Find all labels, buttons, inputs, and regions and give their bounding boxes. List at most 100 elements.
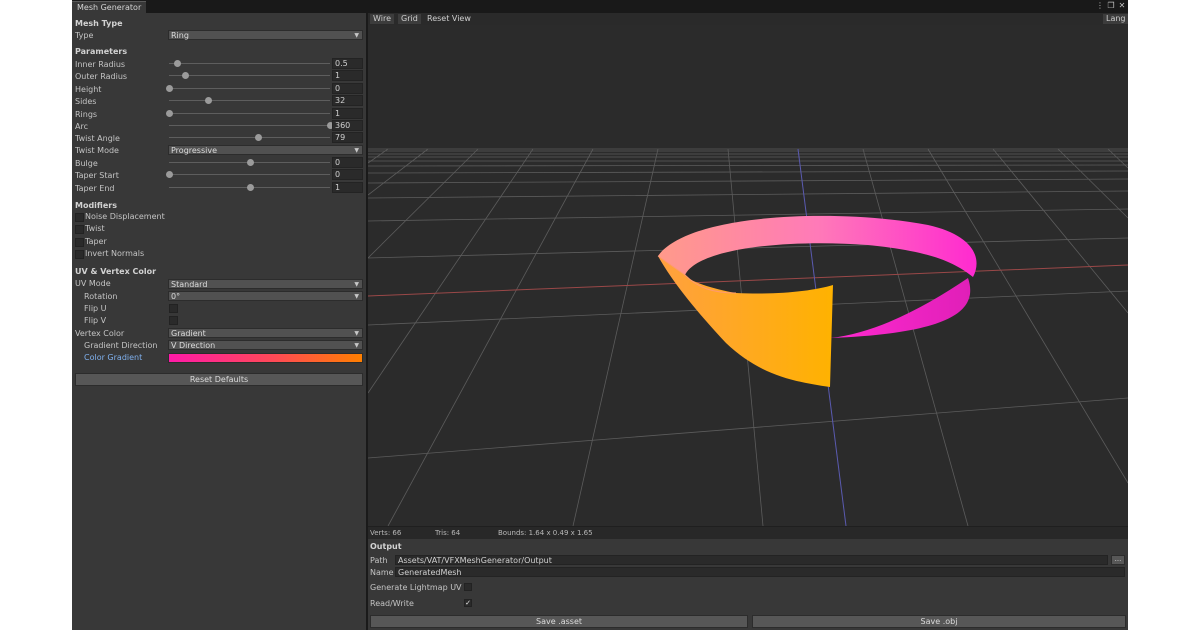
taper-start-field[interactable]: 0: [332, 169, 363, 181]
tris-count: Tris: 64: [435, 529, 461, 537]
chevron-down-icon: ▼: [354, 342, 359, 349]
verts-count: Verts: 66: [370, 529, 402, 537]
color-gradient-label: Color Gradient: [84, 353, 143, 362]
arc-slider[interactable]: [169, 121, 334, 130]
wire-button[interactable]: Wire: [370, 14, 394, 24]
reset-view-button[interactable]: Reset View: [424, 14, 474, 24]
outer-radius-slider[interactable]: [169, 71, 330, 80]
path-field[interactable]: Assets/VAT/VFXMeshGenerator/Output: [395, 555, 1108, 565]
height-field[interactable]: 0: [332, 82, 363, 94]
title-bar: Mesh Generator ⋮ ❐ ✕: [72, 0, 1128, 14]
rings-label: Rings: [75, 109, 98, 119]
section-mesh-type: Mesh Type: [75, 19, 123, 28]
read-write-label: Read/Write: [370, 599, 414, 608]
taper-checkbox[interactable]: [75, 237, 84, 247]
arc-label: Arc: [75, 122, 88, 131]
type-dropdown[interactable]: Ring ▼: [168, 30, 363, 40]
slider-thumb[interactable]: [246, 159, 254, 166]
arc-field[interactable]: 360: [332, 120, 363, 131]
slider-thumb[interactable]: [246, 183, 254, 191]
twist-mode-value: Progressive: [171, 146, 218, 155]
rotation-value: 0°: [171, 292, 181, 301]
section-parameters: Parameters: [75, 47, 128, 56]
x-axis-line: [368, 264, 1128, 297]
vertex-color-value: Gradient: [171, 329, 206, 338]
bulge-slider[interactable]: [169, 158, 330, 167]
browse-button[interactable]: ...: [1111, 555, 1125, 565]
flip-v-checkbox[interactable]: [169, 316, 178, 325]
section-uv-vertex-color: UV & Vertex Color: [75, 267, 157, 276]
type-value: Ring: [171, 31, 189, 40]
rotation-dropdown[interactable]: 0° ▼: [168, 291, 363, 301]
scene-viewport[interactable]: Wire Grid Reset View Lang: [368, 13, 1128, 526]
vertex-color-dropdown[interactable]: Gradient ▼: [168, 328, 363, 338]
editor-window: Mesh Generator ⋮ ❐ ✕ Mesh Type Type Ring…: [72, 0, 1128, 630]
sides-slider[interactable]: [169, 96, 330, 105]
twist-checkbox[interactable]: [75, 225, 84, 235]
ring-mesh[interactable]: [657, 215, 977, 387]
rings-slider[interactable]: [166, 109, 330, 118]
slider-thumb[interactable]: [204, 97, 212, 105]
noise-displacement-checkbox[interactable]: [75, 213, 84, 222]
slider-track: [169, 125, 330, 126]
lightmap-checkbox[interactable]: [464, 583, 472, 591]
flip-u-checkbox[interactable]: [169, 304, 178, 313]
grid-button[interactable]: Grid: [398, 14, 421, 24]
slider-thumb[interactable]: [166, 109, 173, 117]
twist-mode-dropdown[interactable]: Progressive ▼: [168, 145, 363, 155]
taper-end-label: Taper End: [75, 183, 115, 193]
taper-start-slider[interactable]: [166, 170, 330, 179]
output-panel: Output Path Assets/VAT/VFXMeshGenerator/…: [368, 539, 1128, 630]
slider-thumb[interactable]: [174, 60, 182, 67]
twist-angle-label: Twist Angle: [75, 134, 120, 144]
save-obj-button[interactable]: Save .obj: [752, 615, 1126, 628]
chevron-down-icon: ▼: [354, 330, 359, 337]
taper-end-slider[interactable]: [169, 183, 330, 192]
name-label: Name: [370, 568, 394, 577]
read-write-checkbox[interactable]: ✓: [464, 599, 472, 607]
slider-thumb[interactable]: [182, 72, 190, 80]
twist-angle-field[interactable]: 79: [332, 132, 363, 144]
slider-track: [169, 137, 330, 139]
bounds-readout: Bounds: 1.64 x 0.49 x 1.65: [498, 529, 593, 537]
noise-displacement-label: Noise Displacement: [85, 212, 165, 221]
taper-end-field[interactable]: 1: [332, 181, 363, 193]
scene-canvas[interactable]: [368, 13, 1128, 526]
type-label: Type: [75, 31, 94, 40]
vertex-color-label: Vertex Color: [75, 329, 125, 338]
inner-radius-slider[interactable]: [169, 59, 330, 68]
twist-angle-slider[interactable]: [169, 133, 330, 142]
color-gradient-field[interactable]: [168, 353, 363, 363]
inspector-panel: Mesh Type Type Ring ▼ Parameters Inner R…: [72, 13, 366, 630]
invert-normals-checkbox[interactable]: [75, 250, 84, 260]
close-icon[interactable]: ✕: [1118, 1, 1126, 11]
taper-label: Taper: [85, 236, 107, 246]
path-label: Path: [370, 556, 388, 565]
reset-defaults-button[interactable]: Reset Defaults: [75, 373, 363, 386]
taper-start-label: Taper Start: [75, 171, 119, 181]
inner-radius-field[interactable]: 0.5: [332, 58, 363, 69]
slider-thumb[interactable]: [166, 171, 173, 179]
twist-label: Twist: [85, 224, 105, 234]
gradient-direction-label: Gradient Direction: [84, 341, 158, 350]
gradient-direction-dropdown[interactable]: V Direction ▼: [168, 340, 363, 350]
outer-radius-field[interactable]: 1: [332, 70, 363, 82]
rings-field[interactable]: 1: [332, 107, 363, 119]
save-asset-button[interactable]: Save .asset: [370, 615, 748, 628]
uv-mode-dropdown[interactable]: Standard ▼: [168, 279, 363, 289]
invert-normals-label: Invert Normals: [85, 249, 145, 259]
maximize-icon[interactable]: ❐: [1107, 1, 1115, 11]
lang-button[interactable]: Lang: [1103, 14, 1128, 24]
bulge-field[interactable]: 0: [332, 157, 363, 168]
section-modifiers: Modifiers: [75, 201, 117, 210]
chevron-down-icon: ▼: [354, 293, 359, 300]
more-icon[interactable]: ⋮: [1096, 1, 1104, 11]
slider-thumb[interactable]: [254, 134, 262, 142]
height-slider[interactable]: [166, 84, 330, 93]
sides-field[interactable]: 32: [332, 95, 363, 107]
outer-radius-label: Outer Radius: [75, 72, 128, 82]
slider-track: [169, 100, 330, 102]
name-field[interactable]: GeneratedMesh: [395, 567, 1125, 577]
height-label: Height: [75, 84, 102, 94]
slider-thumb[interactable]: [166, 84, 173, 92]
